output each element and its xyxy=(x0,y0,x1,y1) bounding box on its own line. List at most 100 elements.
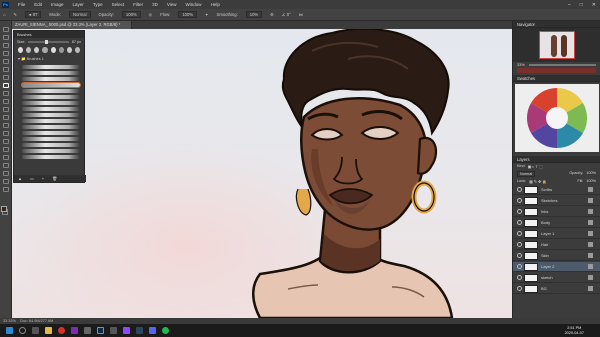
color-wheel-swatch[interactable] xyxy=(515,84,599,152)
recent-brush-2[interactable] xyxy=(26,47,32,53)
brush-preset[interactable] xyxy=(22,65,80,69)
document-canvas[interactable] xyxy=(12,29,512,318)
blend-mode-select[interactable]: Normal xyxy=(517,171,536,177)
layer-link-icon[interactable] xyxy=(588,198,593,203)
type-tool-icon[interactable] xyxy=(3,147,9,152)
eye-icon[interactable] xyxy=(517,220,522,225)
maximize-icon[interactable]: □ xyxy=(580,2,583,8)
menu-view[interactable]: View xyxy=(167,2,177,7)
layer-link-icon[interactable] xyxy=(588,187,593,192)
home-icon[interactable]: ⌂ xyxy=(3,12,6,17)
stamp-tool-icon[interactable] xyxy=(3,91,9,96)
menu-filter[interactable]: Filter xyxy=(133,2,143,7)
file-explorer-icon[interactable] xyxy=(45,327,52,334)
layer-row[interactable]: Hair xyxy=(513,240,600,250)
history-brush-icon[interactable] xyxy=(3,99,9,104)
brush-preset[interactable] xyxy=(22,137,80,141)
recent-brush-6[interactable] xyxy=(58,47,64,53)
airbrush-icon[interactable]: ✦ xyxy=(205,12,209,17)
recent-brush-5[interactable] xyxy=(50,47,56,53)
smoothing-field[interactable]: 10% xyxy=(245,11,263,18)
dodge-tool-icon[interactable] xyxy=(3,131,9,136)
brush-preset[interactable] xyxy=(22,119,80,123)
navigator-preview[interactable] xyxy=(513,28,600,62)
brush-preset[interactable] xyxy=(22,101,80,105)
spotify-icon[interactable] xyxy=(162,327,169,334)
toggle-preview-icon[interactable]: ▲ xyxy=(18,175,22,182)
fill-value[interactable]: 100% xyxy=(586,179,596,184)
layer-row[interactable]: Skin xyxy=(513,251,600,261)
recent-brush-4[interactable] xyxy=(42,47,48,53)
layer-row[interactable]: Body xyxy=(513,218,600,228)
menu-file[interactable]: File xyxy=(18,2,25,7)
angle-icon[interactable]: ∠ 0° xyxy=(282,12,291,17)
crop-tool-icon[interactable] xyxy=(3,59,9,64)
brush-preset[interactable] xyxy=(22,131,80,135)
brush-preset[interactable] xyxy=(22,107,80,111)
twitch-icon[interactable] xyxy=(123,327,130,334)
eyedropper-tool-icon[interactable] xyxy=(3,67,9,72)
eye-icon[interactable] xyxy=(517,231,522,236)
search-icon[interactable] xyxy=(19,327,26,334)
kind-filter[interactable]: Kind xyxy=(517,164,525,169)
mode-select[interactable]: Normal xyxy=(69,11,91,18)
brush-size-preset[interactable]: ● 87 xyxy=(25,11,42,18)
layer-row[interactable]: Layer 1 xyxy=(513,229,600,239)
layer-link-icon[interactable] xyxy=(588,231,593,236)
brush-tool-icon[interactable]: ✎ xyxy=(14,12,18,17)
app-icon[interactable] xyxy=(71,327,78,334)
filter-icons[interactable]: ▣ ◐ T ⬚ xyxy=(528,164,543,169)
eye-icon[interactable] xyxy=(517,275,522,280)
path-select-tool-icon[interactable] xyxy=(3,155,9,160)
new-brush-icon[interactable]: + xyxy=(42,175,44,182)
navigator-zoom-value[interactable]: 33% xyxy=(517,63,525,67)
recent-brush-1[interactable] xyxy=(18,47,24,53)
layer-row[interactable]: Layer 2 xyxy=(513,262,600,272)
pressure-opacity-icon[interactable]: ◎ xyxy=(149,12,153,17)
brush-preset[interactable] xyxy=(22,95,80,99)
brush-preset[interactable] xyxy=(22,143,80,147)
layer-row[interactable]: Sketches xyxy=(513,196,600,206)
brush-preset[interactable] xyxy=(22,71,80,75)
blur-tool-icon[interactable] xyxy=(3,123,9,128)
layer-link-icon[interactable] xyxy=(588,275,593,280)
layer-link-icon[interactable] xyxy=(588,286,593,291)
recent-brush-8[interactable] xyxy=(74,47,80,53)
minimize-icon[interactable]: – xyxy=(568,2,571,8)
brush-preset[interactable] xyxy=(22,77,80,81)
eye-icon[interactable] xyxy=(517,286,522,291)
layer-row[interactable]: sketch xyxy=(513,273,600,283)
swatches-grid[interactable] xyxy=(513,82,600,154)
layer-row[interactable]: Inks xyxy=(513,207,600,217)
brush-preset[interactable] xyxy=(22,155,80,159)
layer-opacity-value[interactable]: 100% xyxy=(586,171,596,177)
size-value[interactable]: 87 px xyxy=(72,40,81,44)
foreground-color-swatch[interactable] xyxy=(1,206,7,212)
recent-brush-3[interactable] xyxy=(34,47,40,53)
lasso-tool-icon[interactable] xyxy=(3,43,9,48)
menu-3d[interactable]: 3D xyxy=(152,2,158,7)
menu-window[interactable]: Window xyxy=(186,2,202,7)
eraser-tool-icon[interactable] xyxy=(3,107,9,112)
eye-icon[interactable] xyxy=(517,187,522,192)
hand-tool-icon[interactable] xyxy=(3,171,9,176)
eye-icon[interactable] xyxy=(517,253,522,258)
system-clock[interactable]: 2:51 PM 2020-04-07 xyxy=(565,326,600,335)
menu-image[interactable]: Image xyxy=(51,2,64,7)
eye-icon[interactable] xyxy=(517,209,522,214)
layer-link-icon[interactable] xyxy=(588,242,593,247)
menu-edit[interactable]: Edit xyxy=(34,2,42,7)
menu-select[interactable]: Select xyxy=(112,2,125,7)
discord-icon[interactable] xyxy=(149,327,156,334)
menu-layer[interactable]: Layer xyxy=(73,2,84,7)
document-tab[interactable]: ZAURI_SIENNA_ 5000.psd @ 33.3% (Layer 2,… xyxy=(12,21,132,29)
close-icon[interactable]: ✕ xyxy=(592,2,596,8)
chrome-icon[interactable] xyxy=(58,327,65,334)
brush-folder[interactable]: ▾ 📁 Brushes 1 xyxy=(14,54,84,63)
more-tools-icon[interactable] xyxy=(3,187,9,192)
start-icon[interactable] xyxy=(6,327,13,334)
pen-tool-icon[interactable] xyxy=(3,139,9,144)
task-view-icon[interactable] xyxy=(32,327,39,334)
swatches-panel-title[interactable]: Swatches xyxy=(513,75,600,82)
layer-row[interactable]: Scribs xyxy=(513,185,600,195)
